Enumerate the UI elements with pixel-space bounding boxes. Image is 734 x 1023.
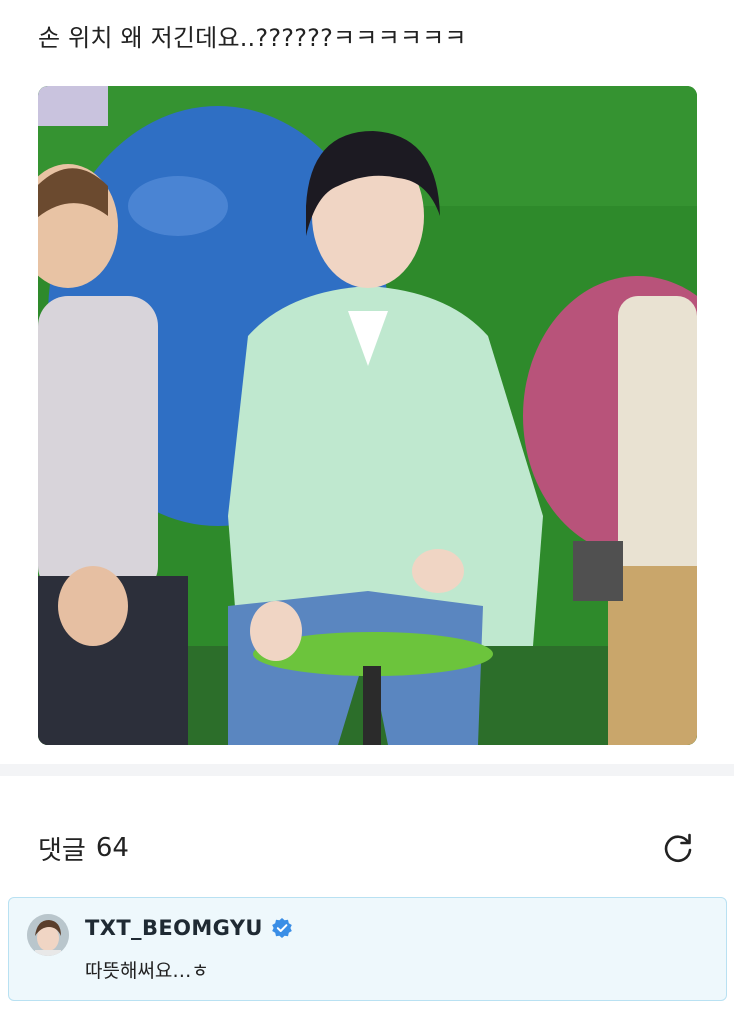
comment-text: 따뜻해써요…ㅎ — [85, 960, 209, 982]
comment-author[interactable]: TXT_BEOMGYU — [85, 916, 293, 940]
post-text: 손 위치 왜 저긴데요..??????ㅋㅋㅋㅋㅋㅋ — [38, 24, 467, 52]
avatar[interactable] — [27, 914, 69, 956]
section-divider — [0, 764, 734, 776]
post-photo[interactable] — [38, 86, 697, 745]
comments-count: 64 — [95, 833, 129, 863]
comments-label: 댓글 — [38, 835, 86, 866]
comments-header: 댓글 64 — [38, 828, 698, 868]
comment-author-name[interactable]: TXT_BEOMGYU — [85, 916, 263, 940]
verified-badge-icon — [271, 917, 293, 939]
comment-item[interactable]: TXT_BEOMGYU 따뜻해써요…ㅎ — [8, 897, 727, 1001]
comments-title: 댓글 64 — [38, 830, 129, 867]
refresh-icon[interactable] — [658, 828, 698, 868]
